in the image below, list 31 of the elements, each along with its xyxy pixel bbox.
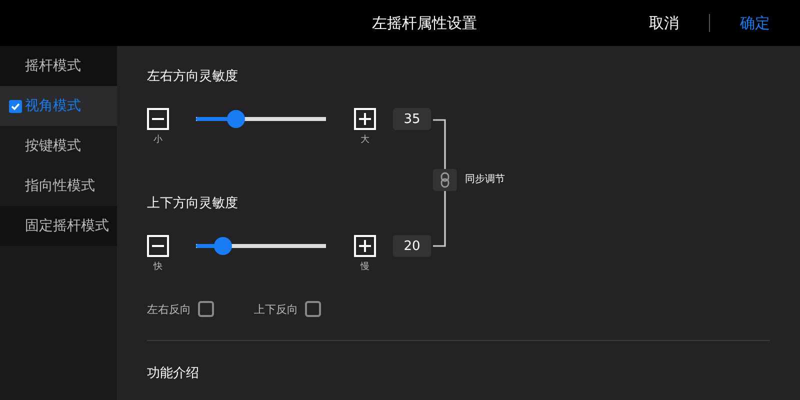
max-label: 慢 bbox=[360, 260, 370, 274]
link-button[interactable] bbox=[433, 169, 457, 191]
min-label: 快 bbox=[152, 260, 164, 274]
mode-tab[interactable]: 固定摇杆模式 bbox=[0, 206, 117, 246]
minus-button[interactable] bbox=[147, 108, 169, 130]
plus-icon bbox=[358, 239, 372, 253]
plus-button[interactable] bbox=[354, 235, 376, 257]
confirm-button[interactable]: 确定 bbox=[740, 14, 770, 32]
setting-title: 左右方向灵敏度 bbox=[147, 68, 239, 86]
checkbox[interactable] bbox=[198, 301, 214, 317]
setting-title: 上下方向灵敏度 bbox=[147, 195, 239, 213]
plus-button[interactable] bbox=[354, 108, 376, 130]
value-display: 35 bbox=[393, 108, 431, 130]
mode-tab[interactable]: 摇杆模式 bbox=[0, 46, 117, 86]
value-display: 20 bbox=[393, 235, 431, 257]
mode-tab[interactable]: 视角模式 bbox=[0, 86, 117, 126]
slider-thumb[interactable] bbox=[227, 110, 246, 128]
checkbox-icon bbox=[9, 100, 22, 112]
section-title: 功能介绍 bbox=[147, 365, 200, 382]
slider-thumb[interactable] bbox=[214, 237, 232, 255]
minus-button[interactable] bbox=[147, 235, 169, 257]
link-icon bbox=[440, 172, 450, 188]
checkbox-label: 左右反向 bbox=[147, 302, 191, 316]
sync-label: 同步调节 bbox=[465, 173, 505, 187]
cancel-button[interactable]: 取消 bbox=[649, 14, 679, 32]
max-label: 大 bbox=[360, 134, 370, 147]
checkbox-label: 上下反向 bbox=[254, 302, 298, 316]
window-title: 左摇杆属性设置 bbox=[371, 14, 478, 32]
plus-icon bbox=[358, 112, 372, 126]
min-label: 小 bbox=[152, 134, 164, 147]
checkbox[interactable] bbox=[305, 301, 321, 317]
